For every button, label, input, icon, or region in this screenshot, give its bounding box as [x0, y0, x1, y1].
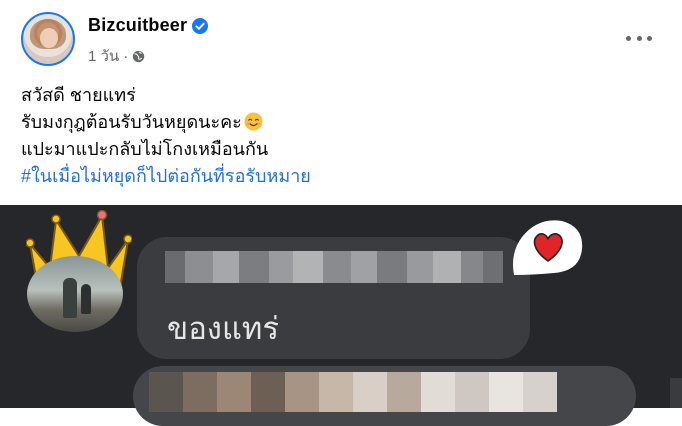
more-options-icon[interactable]	[626, 29, 652, 47]
post-line-1: สวัสดี ชายแทร่	[21, 85, 136, 105]
hashtag-link[interactable]: #ในเมื่อไม่หยุดก็ไปต่อกันที่รอรับหมาย	[21, 163, 311, 190]
commenter-avatar	[27, 256, 123, 332]
post-header: Bizcuitbeer 1 วัน ·	[0, 0, 682, 76]
globe-icon[interactable]	[132, 50, 145, 63]
meta-separator: ·	[123, 47, 129, 65]
smiling-face-icon	[244, 112, 263, 131]
blurred-commenter-name	[165, 251, 503, 283]
comment-bubble: ของแทร่	[137, 237, 530, 359]
photo-edge	[670, 378, 682, 408]
post-line-3: แปะมาแปะกลับไม่โกงเหมือนกัน	[21, 139, 269, 159]
post-line-2: รับมงกุฎต้อนรับวันหยุดนะคะ	[21, 109, 311, 136]
next-comment-bubble	[133, 366, 636, 426]
heart-icon	[513, 220, 583, 275]
author-row: Bizcuitbeer	[88, 15, 209, 36]
author-avatar[interactable]	[21, 12, 75, 66]
post-meta: 1 วัน ·	[88, 44, 145, 68]
verified-badge-icon	[192, 17, 209, 34]
author-name[interactable]: Bizcuitbeer	[88, 15, 187, 36]
post-line-2-text: รับมงกุฎต้อนรับวันหยุดนะคะ	[21, 112, 242, 132]
comment-text: ของแทร่	[167, 311, 280, 347]
post-body: สวัสดี ชายแทร่ รับมงกุฎต้อนรับวันหยุดนะค…	[21, 82, 311, 190]
post-timestamp[interactable]: 1 วัน	[88, 44, 119, 68]
